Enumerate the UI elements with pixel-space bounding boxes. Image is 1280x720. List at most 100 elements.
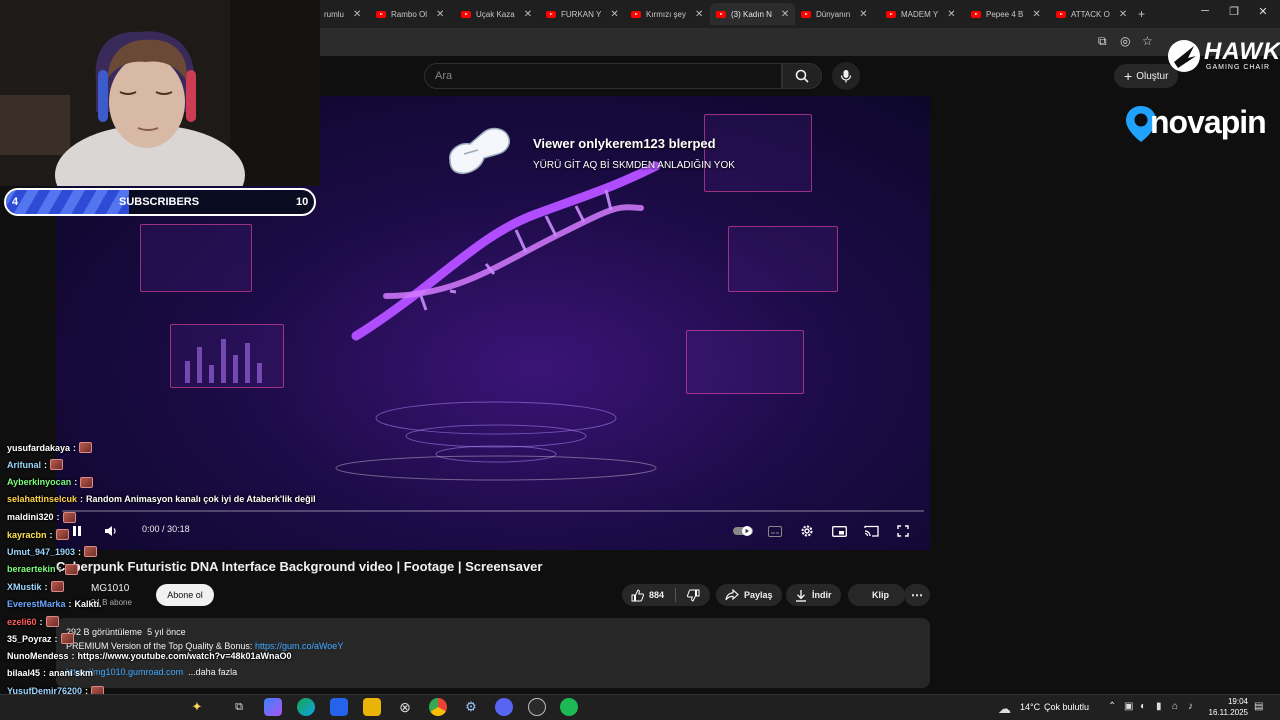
chat-username: Umut_947_1903 [7,546,76,557]
browser-tab[interactable]: Uçak Kaza ✕ [455,3,538,25]
chrome-browser-icon[interactable] [429,698,447,716]
copilot-sparkle-icon[interactable]: ✦ [188,698,206,716]
tab-close-icon[interactable]: ✕ [781,9,789,20]
voice-search-button[interactable] [832,62,860,90]
thumbs-down-icon[interactable] [687,589,700,602]
browser-tab[interactable]: Pepee 4 B ✕ [965,3,1047,25]
tray-app-icon[interactable]: ◐ [1140,701,1146,712]
speaker-icon[interactable]: ♪ [1188,701,1193,712]
steam-icon[interactable]: ⚙ [462,698,480,716]
weather-condition[interactable]: Çok bulutlu [1044,702,1089,712]
new-tab-button[interactable]: + [1132,3,1151,25]
chat-message: beraertekin: [7,563,78,575]
tab-close-icon[interactable]: ✕ [353,9,361,20]
volume-button[interactable] [102,522,120,540]
tab-close-icon[interactable]: ✕ [859,9,867,20]
tab-close-icon[interactable]: ✕ [436,9,444,20]
settings-button[interactable] [798,522,816,540]
tab-title: ATTACK O [1071,9,1110,19]
browser-tab[interactable]: Kırmızı şey ✕ [625,3,709,25]
clock-time[interactable]: 19:04 [1204,697,1248,706]
tray-app-icon[interactable]: ▣ [1124,701,1133,712]
discord-icon[interactable] [495,698,513,716]
share-button[interactable]: Paylaş [716,584,782,606]
obs-studio-icon[interactable] [528,698,546,716]
chat-separator: : [74,477,78,488]
hawk-emblem-icon [1168,40,1200,72]
tracking-protection-icon[interactable]: ◎ [1120,34,1130,48]
clip-button[interactable]: Klip [848,584,905,606]
hawk-subtitle: GAMING CHAIR [1206,64,1271,71]
tab-close-icon[interactable]: ✕ [524,9,532,20]
miniplayer-button[interactable] [830,522,848,540]
stream-alert-title: Viewer onlykerem123 blerped [533,136,716,151]
subtitles-icon [768,525,782,537]
restore-button[interactable]: ❐ [1219,5,1249,18]
chat-username: ezeli60 [7,616,37,627]
tab-title: Pepee 4 B [986,9,1024,19]
miniplayer-icon [831,525,847,537]
novapin-logo: novapin [1124,104,1274,146]
tab-close-icon[interactable]: ✕ [610,9,618,20]
chat-username: NunoMendess [7,650,69,661]
weather-temperature[interactable]: 14°C [1020,702,1040,712]
autoplay-toggle[interactable] [732,522,754,540]
chat-separator: : [68,598,72,609]
time-separator: / [162,524,165,534]
weather-cloud-icon[interactable]: ☁ [998,701,1011,717]
chat-username: Arifunal [7,459,42,470]
spotify-icon[interactable] [560,698,578,716]
chat-separator: : [78,546,82,557]
show-more-link[interactable]: ...daha fazla [188,667,237,677]
edge-browser-icon[interactable] [297,698,315,716]
network-icon[interactable]: ⌂ [1172,701,1178,712]
close-window-button[interactable]: ✕ [1248,5,1278,18]
chat-emote-icon [80,476,94,488]
subtitles-button[interactable] [766,522,784,540]
clock-date[interactable]: 16.11.2025 [1196,708,1248,717]
browser-tab-active[interactable]: (3) Kadın N ✕ [710,3,796,25]
chat-username: kayracbn [7,529,47,540]
chat-username: selahattinselcuk [7,494,78,505]
xbox-icon[interactable]: ⊗ [396,698,414,716]
tab-close-icon[interactable]: ✕ [1032,9,1040,20]
mail-app-icon[interactable] [330,698,348,716]
more-actions-button[interactable]: ⋯ [904,584,930,606]
fullscreen-button[interactable] [894,522,912,540]
browser-tab[interactable]: rumlu ✕ [318,3,367,25]
browser-tab[interactable]: ATTACK O ✕ [1050,3,1133,25]
pause-button[interactable] [68,522,86,540]
tray-app-icon[interactable]: ▮ [1156,701,1162,712]
minimize-button[interactable]: ─ [1190,5,1220,17]
video-progress-bar[interactable] [62,510,924,512]
tray-chevron-up-icon[interactable]: ⌃ [1108,701,1116,712]
subscribe-button[interactable]: Abone ol [156,584,214,606]
thumbs-up-icon[interactable] [631,588,644,602]
youtube-favicon-icon [546,10,556,18]
view-count: 292 B görüntüleme [66,627,143,637]
notifications-icon[interactable]: ▤ [1254,701,1263,712]
tab-close-icon[interactable]: ✕ [695,9,703,20]
bookmark-star-icon[interactable]: ☆ [1142,34,1153,48]
cast-button[interactable] [862,522,880,540]
search-button[interactable] [782,63,822,89]
browser-tab[interactable]: FURKAN Y ✕ [540,3,625,25]
install-app-icon[interactable]: ⧉ [1098,34,1107,49]
tab-close-icon[interactable]: ✕ [1119,9,1127,20]
channel-name[interactable]: MG1010 [91,583,129,594]
like-divider [675,588,677,602]
browser-tab[interactable]: Rambo Ol ✕ [370,3,450,25]
tab-close-icon[interactable]: ✕ [947,9,955,20]
chat-separator: : [49,529,53,540]
description-link[interactable]: https://gum.co/aWoeY [255,641,343,651]
like-count[interactable]: 884 [649,590,664,600]
download-button[interactable]: İndir [786,584,841,606]
chat-message: yusufardakaya: [7,442,93,453]
search-input[interactable]: Ara [424,63,782,89]
browser-tab[interactable]: MADEM Y ✕ [880,3,962,25]
browser-tab[interactable]: Dünyanın ✕ [795,3,874,25]
task-view-icon[interactable]: ⧉ [230,698,248,716]
file-explorer-icon[interactable] [363,698,381,716]
copilot-app-icon[interactable] [264,698,282,716]
time-display: 0:00 / 30:18 [142,524,190,534]
